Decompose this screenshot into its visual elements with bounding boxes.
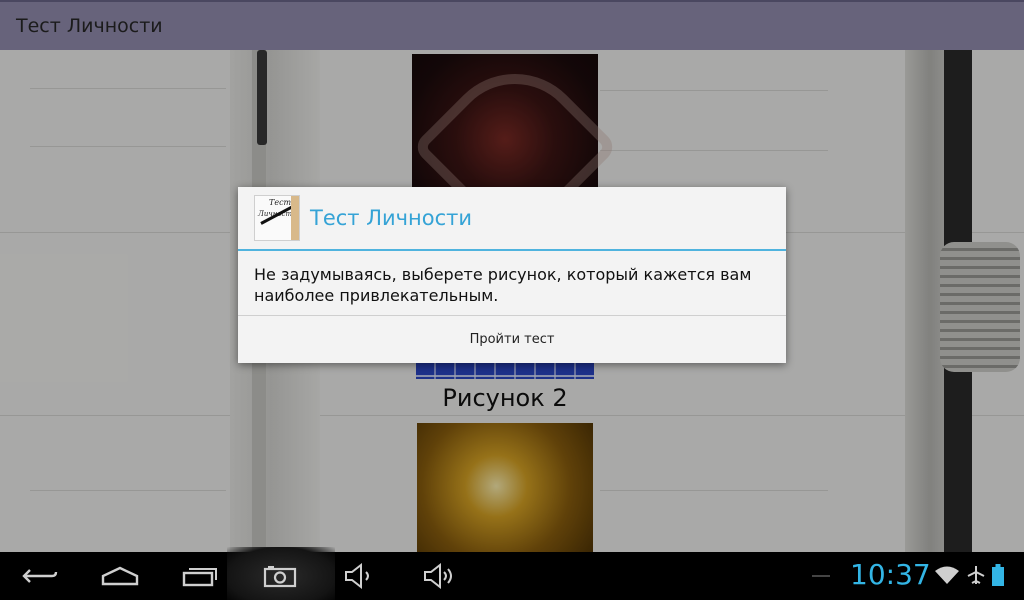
screenshot-icon <box>263 566 297 588</box>
system-nav-bar: 10:37 <box>0 547 1024 600</box>
dialog-header: Тест Личности Тест Личности <box>238 187 786 251</box>
screenshot-button[interactable] <box>240 552 320 600</box>
app-icon-text-1: Тест <box>269 198 292 207</box>
airplane-mode-icon <box>967 566 985 584</box>
home-button[interactable] <box>80 552 160 600</box>
action-bar: Тест Личности <box>0 0 1024 50</box>
start-test-button[interactable]: Пройти тест <box>238 316 786 362</box>
dialog-title: Тест Личности <box>310 206 473 230</box>
back-button[interactable] <box>0 552 80 600</box>
home-icon <box>101 566 139 586</box>
volume-up-icon <box>424 563 452 589</box>
recents-icon <box>182 568 217 587</box>
dialog-message: Не задумываясь, выберете рисунок, которы… <box>254 265 752 305</box>
status-icons[interactable] <box>934 564 1004 586</box>
volume-down-icon <box>345 563 369 589</box>
volume-up-button[interactable] <box>400 552 480 600</box>
app-icon: Тест Личности <box>254 195 300 241</box>
back-icon <box>22 569 58 583</box>
volume-down-button[interactable] <box>320 552 400 600</box>
app-title: Тест Личности <box>16 15 163 37</box>
intro-dialog: Тест Личности Тест Личности Не задумывая… <box>238 187 786 363</box>
recents-button[interactable] <box>160 552 240 600</box>
wifi-icon <box>935 566 959 584</box>
notification-dash <box>812 575 830 577</box>
paper-edge <box>291 196 299 240</box>
status-clock[interactable]: 10:37 <box>850 558 931 591</box>
battery-icon <box>992 564 1004 586</box>
